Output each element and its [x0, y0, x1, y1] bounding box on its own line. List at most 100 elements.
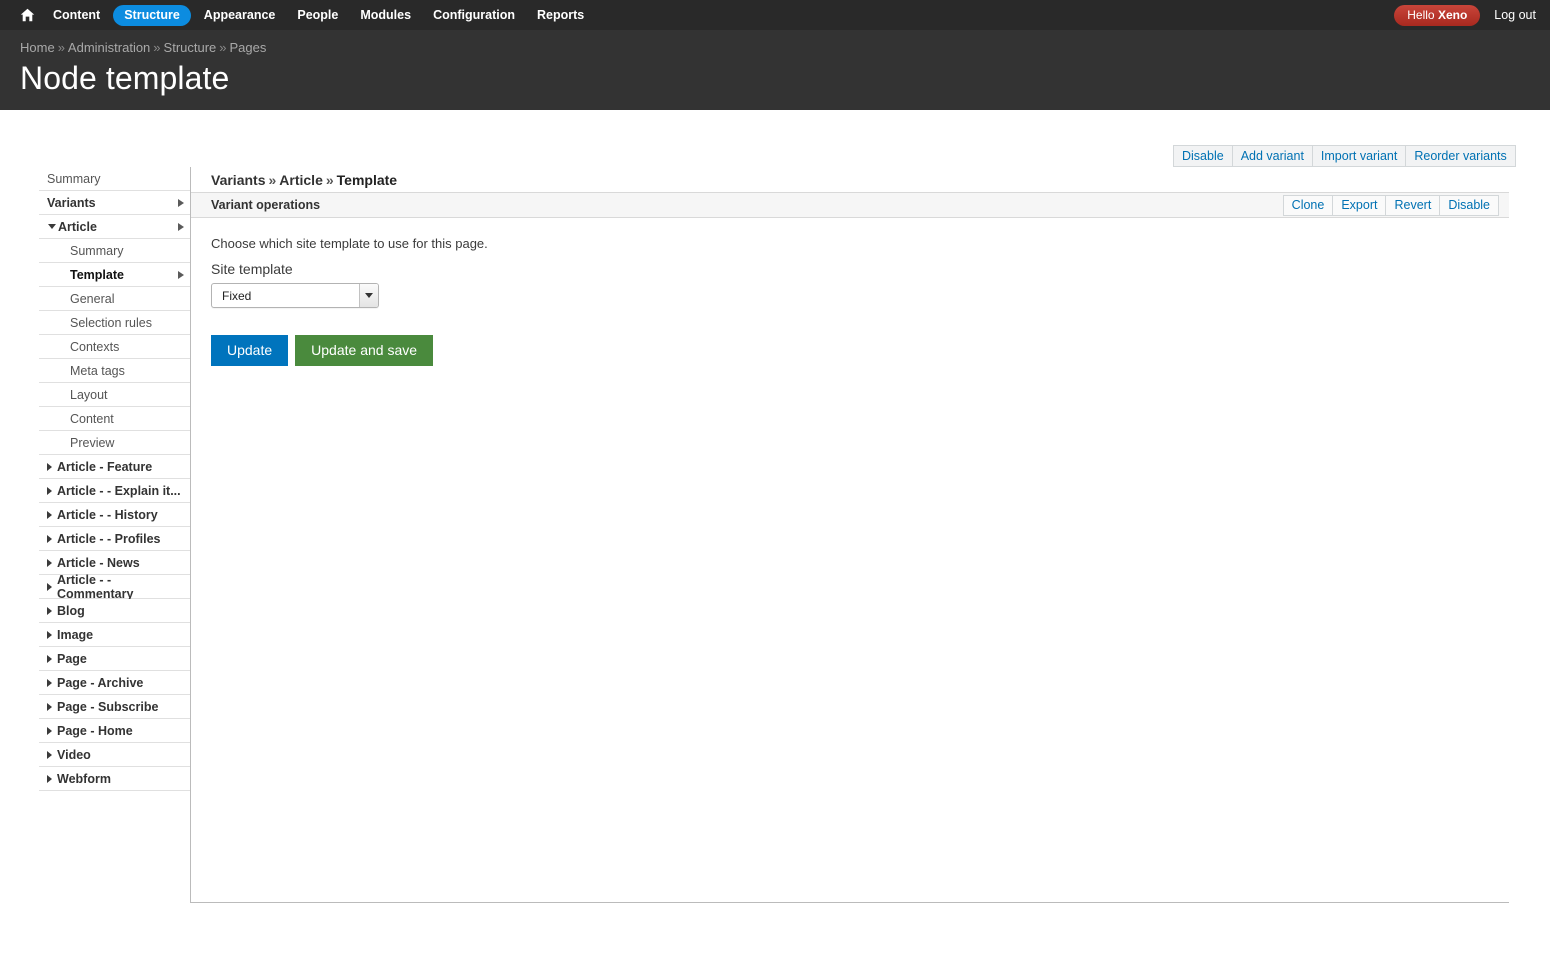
sidebar-item-label: Contexts — [70, 339, 120, 354]
sidebar-item-article-layout[interactable]: Layout — [39, 383, 190, 407]
sidebar-item-label: Article — [58, 219, 97, 234]
sidebar-group-page-subscribe[interactable]: Page - Subscribe — [39, 695, 190, 719]
sidebar-item-article-general[interactable]: General — [39, 287, 190, 311]
local-action-reorder-variants[interactable]: Reorder variants — [1406, 146, 1514, 166]
chevron-right-icon — [47, 678, 52, 687]
chevron-right-icon — [47, 774, 52, 783]
chevron-right-icon — [47, 558, 52, 567]
form-description: Choose which site template to use for th… — [211, 236, 488, 251]
sidebar-item-label: General — [70, 291, 115, 306]
sidebar-item-article-summary[interactable]: Summary — [39, 239, 190, 263]
local-action-add-variant[interactable]: Add variant — [1233, 146, 1313, 166]
sidebar-item-variants[interactable]: Variants — [39, 191, 190, 215]
breadcrumb-item-administration[interactable]: Administration — [68, 40, 150, 55]
chevron-right-icon — [178, 270, 184, 279]
sidebar-group-article-profiles[interactable]: Article - - Profiles — [39, 527, 190, 551]
home-icon[interactable] — [12, 0, 42, 30]
sidebar-item-label: Page — [57, 651, 87, 666]
sidebar-item-label: Video — [57, 747, 91, 762]
sidebar-item-label: Image — [57, 627, 94, 642]
sidebar-group-article-explain-it[interactable]: Article - - Explain it... — [39, 479, 190, 503]
page-title: Node template — [20, 60, 230, 96]
operation-revert[interactable]: Revert — [1386, 196, 1441, 215]
operation-export[interactable]: Export — [1333, 196, 1387, 215]
chevron-right-icon — [47, 750, 52, 759]
sidebar-item-label: Layout — [70, 387, 108, 402]
breadcrumb-item-home[interactable]: Home — [20, 40, 55, 55]
sidebar-item-article-template[interactable]: Template — [39, 263, 190, 287]
sidebar-group-webform[interactable]: Webform — [39, 767, 190, 791]
site-template-form: Choose which site template to use for th… — [191, 218, 1509, 366]
toolbar-item-structure[interactable]: Structure — [113, 4, 191, 26]
sidebar-item-label: Summary — [47, 171, 101, 186]
toolbar-user-area: Hello Xeno Log out — [1394, 0, 1550, 30]
breadcrumb-item-pages[interactable]: Pages — [230, 40, 267, 55]
sidebar-item-article-contexts[interactable]: Contexts — [39, 335, 190, 359]
chevron-down-icon — [359, 284, 378, 307]
toolbar-item-configuration[interactable]: Configuration — [422, 0, 526, 30]
sidebar-group-article-news[interactable]: Article - News — [39, 551, 190, 575]
sidebar-group-article-feature[interactable]: Article - Feature — [39, 455, 190, 479]
chevron-down-icon — [48, 224, 56, 229]
sidebar-item-label: Blog — [57, 603, 85, 618]
variant-operations-links: Clone Export Revert Disable — [1282, 195, 1499, 216]
sidebar-group-article-history[interactable]: Article - - History — [39, 503, 190, 527]
site-template-select[interactable]: Fixed — [211, 283, 379, 308]
local-action-disable[interactable]: Disable — [1174, 146, 1233, 166]
chevron-right-icon — [47, 702, 52, 711]
sidebar-group-page-home[interactable]: Page - Home — [39, 719, 190, 743]
breadcrumb: Home» Administration» Structure» Pages — [20, 40, 266, 55]
sidebar-item-label: Article - - History — [57, 507, 158, 522]
sidebar-item-summary[interactable]: Summary — [39, 167, 190, 191]
sidebar-item-article-meta-tags[interactable]: Meta tags — [39, 359, 190, 383]
update-and-save-button[interactable]: Update and save — [295, 335, 434, 366]
greeting-prefix: Hello — [1407, 7, 1438, 22]
chevron-right-icon — [178, 222, 184, 231]
chevron-right-icon — [47, 510, 52, 519]
operation-disable[interactable]: Disable — [1440, 196, 1498, 215]
update-button[interactable]: Update — [211, 335, 289, 366]
breadcrumb-separator: » — [57, 40, 65, 55]
variant-content-panel: Variants» Article» Template Variant operat… — [190, 167, 1509, 903]
sidebar-item-label: Article - - Profiles — [57, 531, 161, 546]
chevron-right-icon — [47, 486, 52, 495]
sidebar-item-article-content[interactable]: Content — [39, 407, 190, 431]
variant-breadcrumb-variants[interactable]: Variants — [211, 172, 265, 188]
sidebar-item-label: Variants — [47, 195, 96, 210]
article-subitems: Summary Template General Selection rules… — [39, 239, 190, 455]
toolbar-item-people[interactable]: People — [286, 0, 349, 30]
sidebar-item-article[interactable]: Article — [39, 215, 190, 239]
chevron-right-icon — [178, 198, 184, 207]
breadcrumb-separator: » — [153, 40, 161, 55]
variant-breadcrumb-article[interactable]: Article — [279, 172, 323, 188]
sidebar-item-label: Page - Subscribe — [57, 699, 159, 714]
sidebar-item-label: Content — [70, 411, 114, 426]
toolbar-item-modules[interactable]: Modules — [349, 0, 422, 30]
sidebar-item-article-selection-rules[interactable]: Selection rules — [39, 311, 190, 335]
toolbar-item-appearance[interactable]: Appearance — [193, 0, 287, 30]
breadcrumb-item-structure[interactable]: Structure — [164, 40, 217, 55]
sidebar-group-page[interactable]: Page — [39, 647, 190, 671]
page-body: Disable Add variant Import variant Reord… — [0, 110, 1550, 977]
sidebar-group-article-commentary[interactable]: Article - - Commentary — [39, 573, 190, 601]
sidebar-group-image[interactable]: Image — [39, 623, 190, 647]
user-greeting-badge[interactable]: Hello Xeno — [1394, 4, 1481, 26]
sidebar-item-label: Article - Feature — [57, 459, 153, 474]
admin-toolbar: Content Structure Appearance People Modu… — [0, 0, 1550, 30]
sidebar-item-label: Preview — [70, 435, 115, 450]
toolbar-item-reports[interactable]: Reports — [526, 0, 595, 30]
sidebar-group-page-archive[interactable]: Page - Archive — [39, 671, 190, 695]
logout-link[interactable]: Log out — [1494, 8, 1536, 22]
toolbar-item-content[interactable]: Content — [42, 0, 111, 30]
variant-operations-bar: Variant operations Clone Export Revert D… — [191, 193, 1509, 218]
chevron-right-icon — [47, 582, 52, 591]
local-action-import-variant[interactable]: Import variant — [1313, 146, 1407, 166]
sidebar-group-video[interactable]: Video — [39, 743, 190, 767]
chevron-right-icon — [47, 630, 52, 639]
sidebar-group-blog[interactable]: Blog — [39, 599, 190, 623]
operation-clone[interactable]: Clone — [1284, 196, 1334, 215]
chevron-right-icon — [47, 726, 52, 735]
site-template-label: Site template — [211, 261, 293, 277]
sidebar-item-article-preview[interactable]: Preview — [39, 431, 190, 455]
local-actions: Disable Add variant Import variant Reord… — [1173, 145, 1516, 167]
